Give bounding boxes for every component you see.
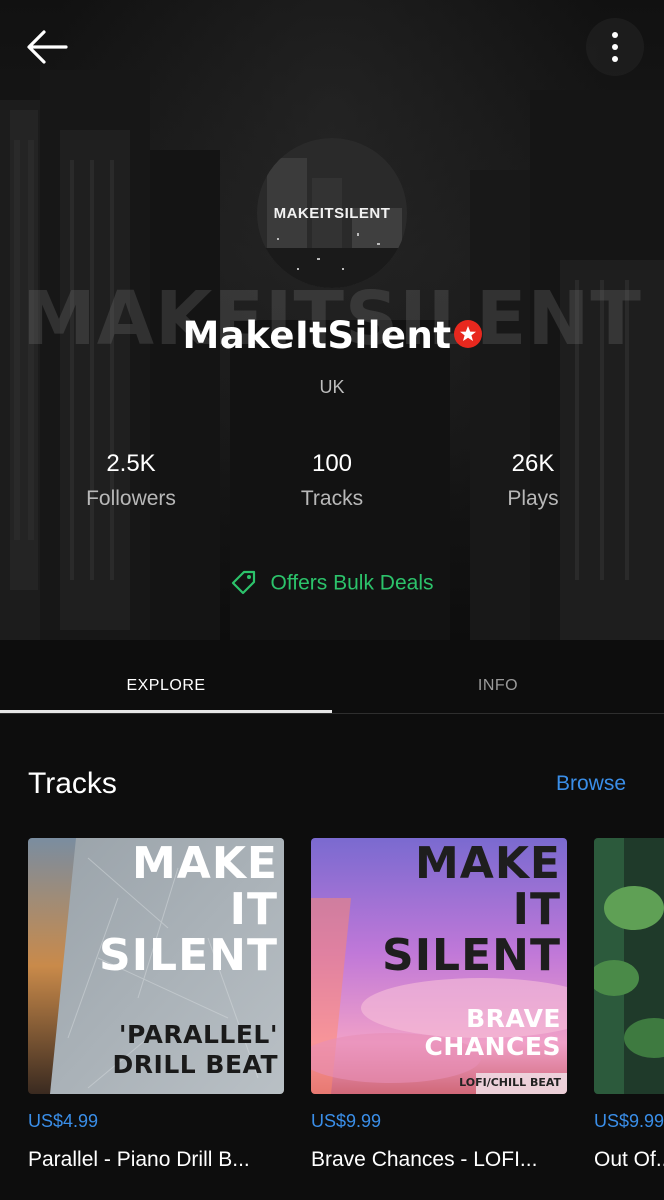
stat-label: Tracks — [300, 487, 364, 510]
track-price: US$4.99 — [28, 1111, 99, 1131]
cover-title-line: SILENT — [99, 930, 278, 981]
track-card[interactable]: MAKE IT SILENT BRAVE CHANCES LOFI/CHILL … — [311, 838, 567, 1172]
stat-tracks[interactable]: 100 Tracks — [232, 450, 432, 512]
track-card[interactable]: US$9.99 Out Of... — [594, 838, 664, 1172]
track-cover[interactable] — [594, 838, 664, 1094]
track-card[interactable]: MAKE IT SILENT 'PARALLEL' DRILL BEAT US$… — [28, 838, 284, 1172]
tag-icon — [232, 570, 256, 595]
bulk-deals-label: Offers Bulk Deals — [270, 571, 434, 595]
track-price: US$9.99 — [311, 1111, 382, 1131]
back-button[interactable] — [20, 22, 76, 72]
artist-avatar: MAKEITSILENT — [257, 138, 407, 288]
avatar-label: MAKEITSILENT — [273, 205, 391, 222]
cover-subtitle: 'PARALLEL' — [118, 1020, 278, 1049]
cover-subtitle: CHANCES — [424, 1032, 561, 1061]
stat-followers[interactable]: 2.5K Followers — [31, 450, 231, 512]
track-cover[interactable]: MAKE IT SILENT BRAVE CHANCES LOFI/CHILL … — [311, 838, 567, 1094]
tab-info[interactable]: INFO — [332, 658, 664, 714]
cover-subtitle: BRAVE — [466, 1004, 561, 1033]
artist-name: MakeItSilent — [182, 314, 452, 357]
stat-value: 100 — [311, 450, 353, 477]
cover-tag: LOFI/CHILL BEAT — [459, 1076, 561, 1089]
arrow-left-icon — [27, 30, 68, 64]
active-tab-indicator — [0, 710, 332, 713]
profile-tabs: EXPLORE INFO — [0, 658, 664, 714]
cover-title-line: MAKE — [415, 838, 561, 889]
stat-value: 26K — [511, 450, 555, 477]
browse-link[interactable]: Browse — [556, 772, 626, 796]
cover-title-line: IT — [512, 884, 561, 935]
cover-title-line: MAKE — [132, 838, 278, 889]
artist-name-row: MakeItSilent — [0, 314, 664, 357]
track-title[interactable]: Out Of... — [594, 1148, 664, 1172]
track-title[interactable]: Brave Chances - LOFI... — [311, 1148, 567, 1172]
stat-value: 2.5K — [106, 450, 156, 477]
stat-label: Followers — [86, 487, 176, 510]
bulk-deals-link[interactable]: Offers Bulk Deals — [0, 570, 664, 598]
more-vertical-icon — [612, 32, 618, 62]
track-price: US$9.99 — [594, 1111, 664, 1131]
stat-label: Plays — [507, 487, 559, 510]
more-options-button[interactable] — [586, 18, 644, 76]
cover-title-line: SILENT — [382, 930, 561, 981]
cover-subtitle: DRILL BEAT — [112, 1050, 278, 1079]
tab-explore[interactable]: EXPLORE — [0, 658, 332, 714]
cover-title-line: IT — [229, 884, 278, 935]
section-title: Tracks — [28, 767, 117, 800]
verified-star-icon — [453, 319, 482, 348]
artist-location: UK — [319, 377, 345, 397]
track-cover[interactable]: MAKE IT SILENT 'PARALLEL' DRILL BEAT — [28, 838, 284, 1094]
track-title[interactable]: Parallel - Piano Drill B... — [28, 1148, 284, 1172]
stat-plays[interactable]: 26K Plays — [433, 450, 633, 512]
